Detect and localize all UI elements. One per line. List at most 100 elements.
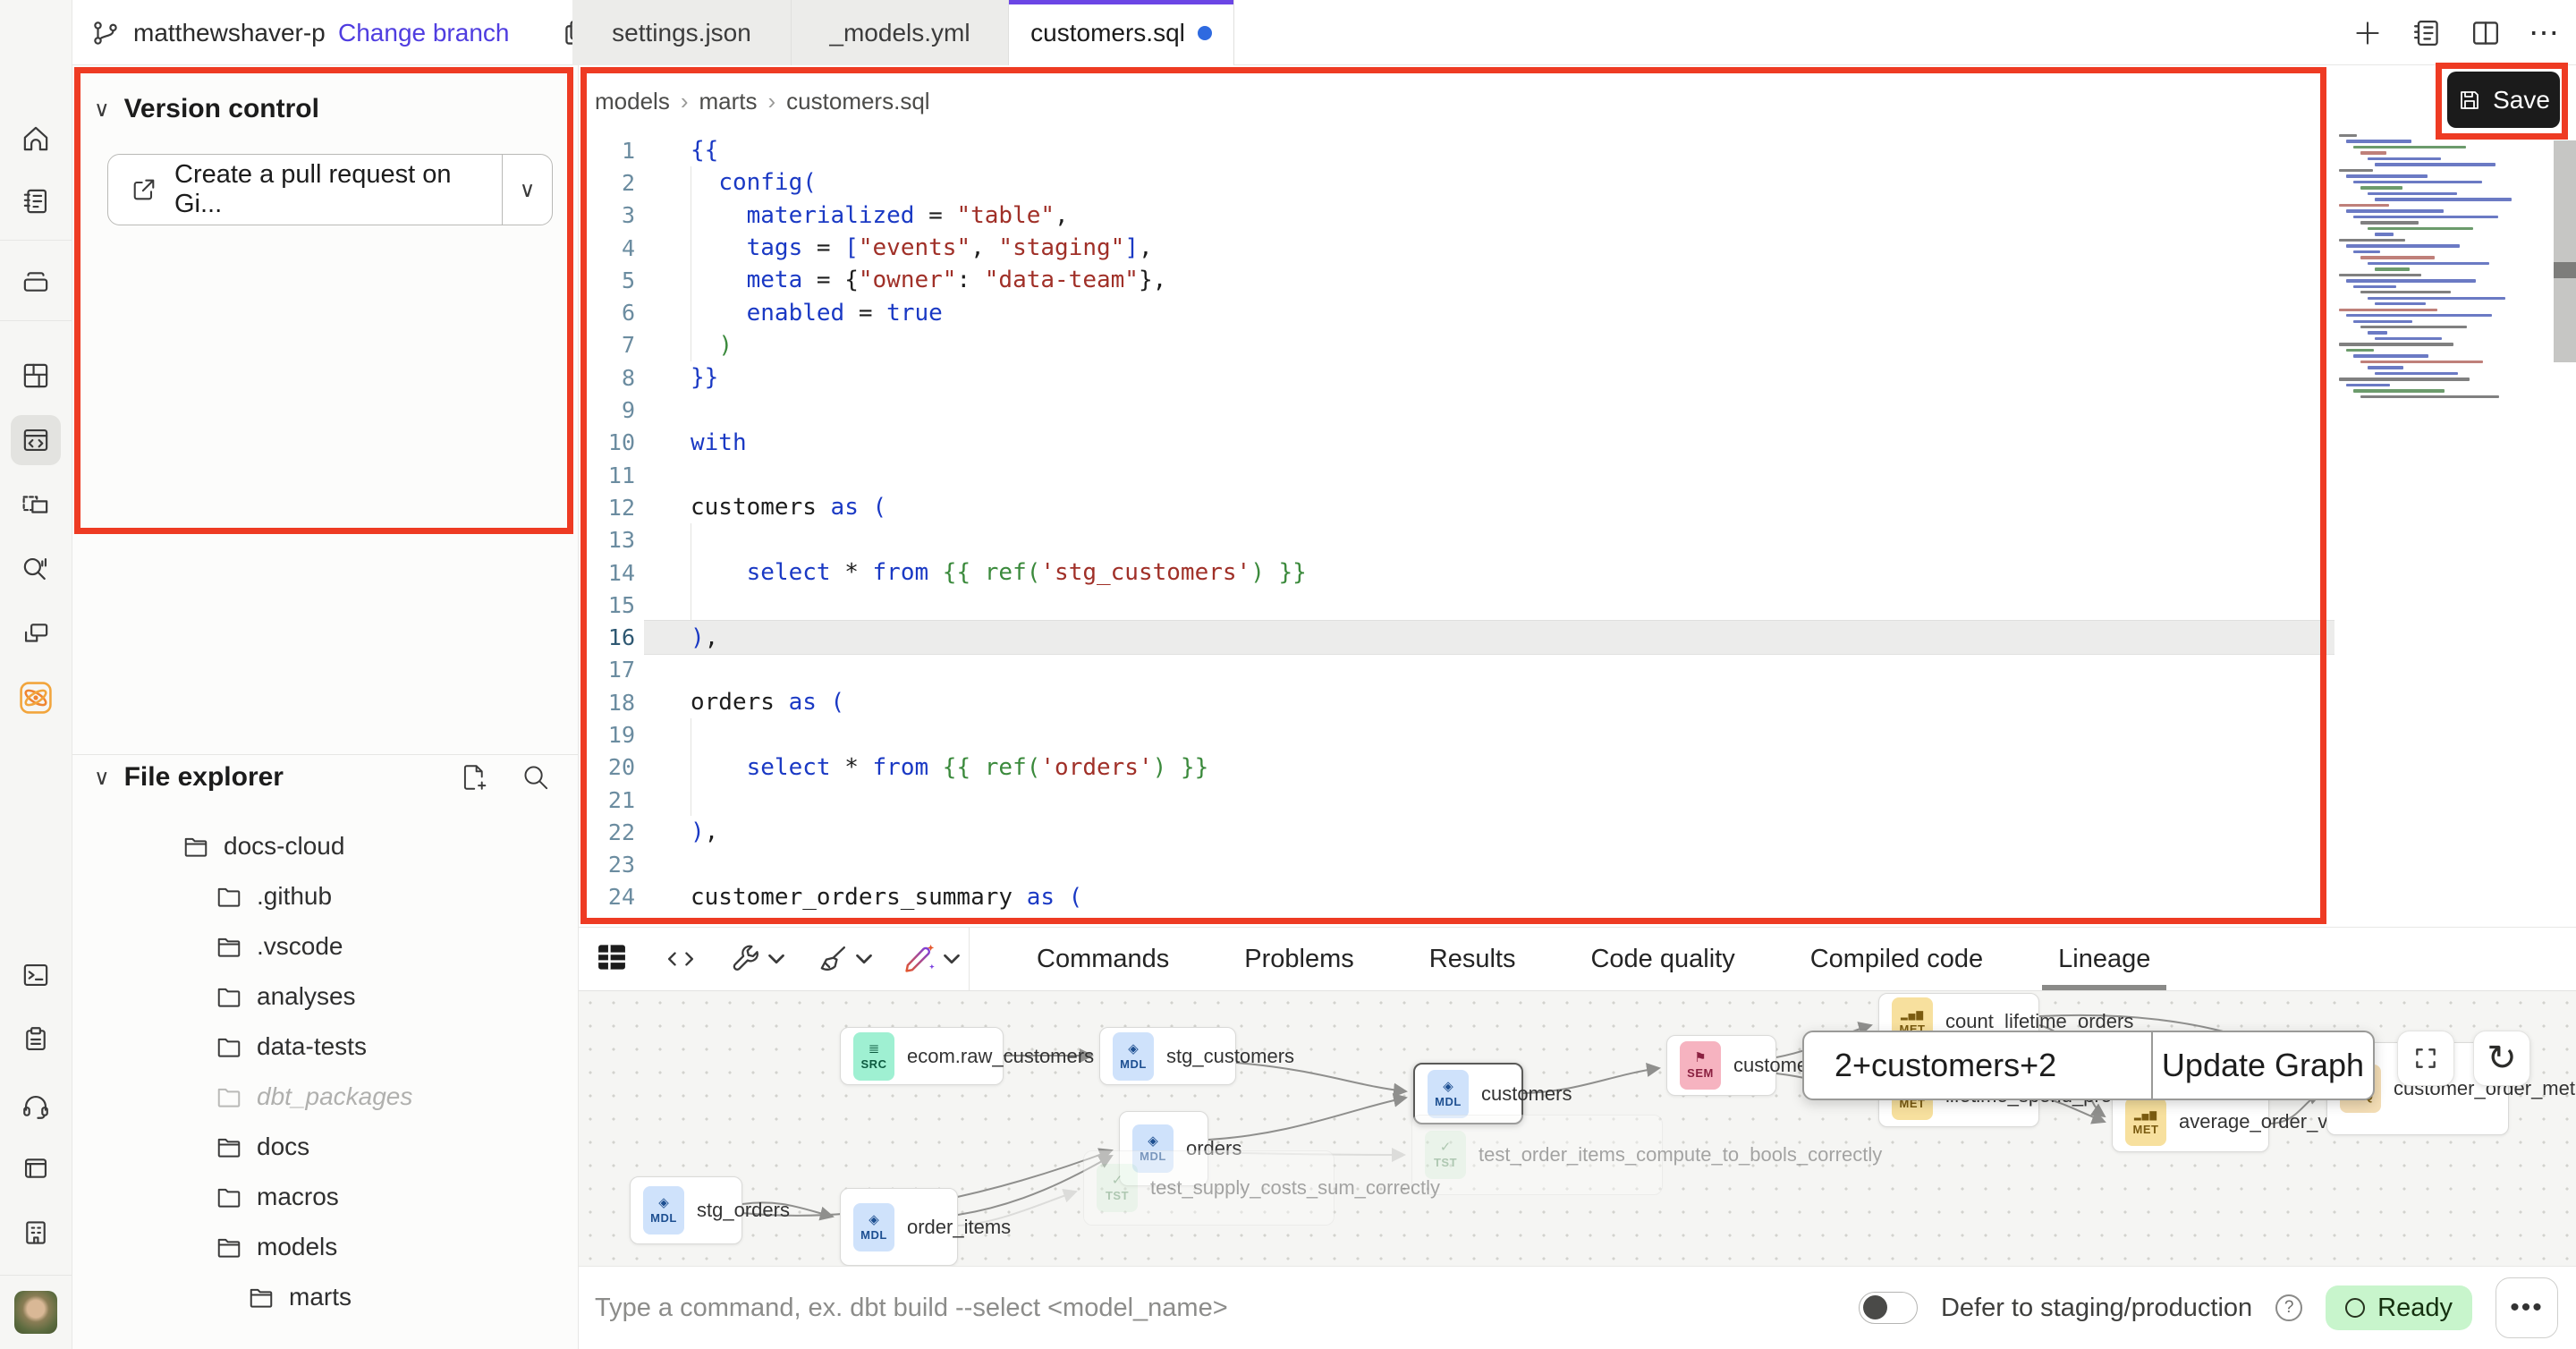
new-file-icon[interactable] [458,762,488,793]
code-line[interactable]: 16), [579,621,2334,653]
save-button[interactable]: Save [2447,72,2560,128]
lineage-node[interactable]: MET average_order_value [2112,1091,2269,1152]
code-line[interactable]: 15 [579,589,2334,621]
headset-icon[interactable] [11,1082,61,1132]
wrench-icon[interactable] [729,943,761,975]
refresh-button[interactable]: ↻ [2473,1031,2530,1086]
file-tree-item[interactable]: analyses [72,971,578,1022]
search-icon[interactable] [521,762,551,793]
panel-tab[interactable]: Lineage [2021,928,2188,990]
code-line[interactable]: 22), [579,816,2334,848]
code-line[interactable]: 7 ) [579,329,2334,361]
magic-pen-icon[interactable] [904,941,936,978]
file-tree-item[interactable]: models [72,1222,578,1272]
version-control-header[interactable]: ∨ Version control [94,94,319,124]
panel-tab[interactable]: Compiled code [1773,928,2021,990]
lineage-node[interactable]: SEM customers [1666,1035,1776,1096]
more-options-button[interactable]: ••• [2496,1277,2558,1338]
editor-tab[interactable]: settings.json [572,0,792,65]
plus-icon[interactable] [2351,17,2384,49]
building-icon[interactable] [11,1208,61,1258]
code-line[interactable]: 12customers as ( [579,491,2334,523]
code-line[interactable]: 17 [579,654,2334,686]
notebook-icon[interactable] [2411,17,2443,49]
query-search-icon[interactable] [11,544,61,594]
code-line[interactable]: 3 materialized = "table", [579,199,2334,232]
file-tree-item[interactable]: dbt_packages [72,1072,578,1122]
panel-tab[interactable]: Problems [1207,928,1392,990]
terminal-icon[interactable] [11,950,61,1000]
branch-name[interactable]: matthewshaver-patc [133,19,326,47]
code-line[interactable]: 11 [579,459,2334,491]
file-tree-item[interactable]: marts [72,1272,578,1322]
update-graph-button[interactable]: Update Graph [2151,1032,2373,1099]
breadcrumb-item[interactable]: marts [699,88,758,115]
change-branch-link[interactable]: Change branch [338,19,509,47]
lineage-selector-input[interactable]: 2+customers+2 [1804,1047,2151,1084]
code-line[interactable]: 6 enabled = true [579,296,2334,328]
help-icon[interactable]: ? [2275,1294,2302,1321]
code-line[interactable]: 1{{ [579,134,2334,166]
lineage-node[interactable]: SRC ecom.raw_customers [840,1027,1004,1085]
editor-tab[interactable]: customers.sql [1009,0,1234,65]
code-line[interactable]: 9 [579,394,2334,426]
stack-icon[interactable] [11,257,61,307]
command-input[interactable]: Type a command, ex. dbt build --select <… [595,1267,1228,1349]
chevron-down-icon[interactable] [944,954,960,964]
panel-tab[interactable]: Commands [999,928,1207,990]
home-icon[interactable] [11,114,61,164]
windows-icon[interactable] [11,608,61,658]
code-editor-icon[interactable] [11,415,61,465]
file-explorer-header[interactable]: ∨ File explorer [94,762,284,793]
defer-toggle[interactable] [1859,1292,1918,1324]
file-tree-item[interactable]: .github [72,871,578,921]
code-line[interactable]: 18orders as ( [579,686,2334,718]
file-tree-item[interactable]: data-tests [72,1022,578,1072]
code-line[interactable]: 14 select * from {{ ref('stg_customers')… [579,556,2334,589]
lineage-node[interactable]: MDL stg_customers [1099,1027,1236,1085]
code-line[interactable]: 2 config( [579,166,2334,199]
dbt-atom-icon[interactable] [11,673,61,723]
code-line[interactable]: 5 meta = {"owner": "data-team"}, [579,264,2334,296]
notebook-icon[interactable] [11,176,61,226]
code-line[interactable]: 20 select * from {{ ref('orders') }} [579,751,2334,784]
file-tree-item[interactable]: .vscode [72,921,578,971]
fit-view-button[interactable] [2397,1031,2454,1086]
lineage-node[interactable]: MDL order_items [840,1188,958,1266]
panel-tab[interactable]: Code quality [1553,928,1772,990]
code-line[interactable]: 10with [579,427,2334,459]
create-pr-button[interactable]: Create a pull request on Gi... ∨ [107,154,553,225]
code-line[interactable]: 4 tags = ["events", "staging"], [579,232,2334,264]
code-line[interactable]: 21 [579,784,2334,816]
chevron-down-icon[interactable] [768,954,784,964]
code-line[interactable]: 19 [579,718,2334,751]
overflow-menu-icon[interactable]: ⋯ [2529,15,2562,51]
split-view-icon[interactable] [2470,17,2502,49]
code-line[interactable]: 24customer_orders_summary as ( [579,881,2334,913]
editor-tab[interactable]: _models.yml [792,0,1009,65]
canvas-icon[interactable] [11,479,61,530]
breadcrumb-item[interactable]: models [595,88,670,115]
code-line[interactable]: 13 [579,524,2334,556]
editor-scrollbar[interactable] [2554,140,2576,362]
breadcrumb-item[interactable]: customers.sql [786,88,929,115]
lineage-node[interactable]: MDL stg_orders [630,1176,742,1244]
table-icon[interactable] [595,940,629,979]
file-tree-item[interactable]: macros [72,1172,578,1222]
lineage-canvas[interactable]: SRC ecom.raw_customers MDL stg_customers… [579,991,2576,1266]
broom-icon[interactable] [817,943,849,975]
pr-dropdown-caret[interactable]: ∨ [502,155,552,225]
lineage-node[interactable]: TST test_order_items_compute_to_bools_co… [1411,1115,1663,1195]
panel-tab[interactable]: Results [1392,928,1554,990]
chevron-down-icon[interactable] [856,954,872,964]
code-line[interactable]: 23 [579,849,2334,881]
file-tree-item[interactable]: docs-cloud [72,821,578,871]
code-icon[interactable] [665,943,697,975]
code-line[interactable]: 8}} [579,361,2334,394]
file-tree-item[interactable]: docs [72,1122,578,1172]
lineage-node[interactable]: TST test_supply_costs_sum_correctly [1083,1150,1335,1226]
user-avatar[interactable] [14,1291,57,1334]
book-icon[interactable] [11,1143,61,1193]
editor-scrollbar-thumb[interactable] [2554,262,2576,278]
minimap[interactable] [2339,134,2549,403]
